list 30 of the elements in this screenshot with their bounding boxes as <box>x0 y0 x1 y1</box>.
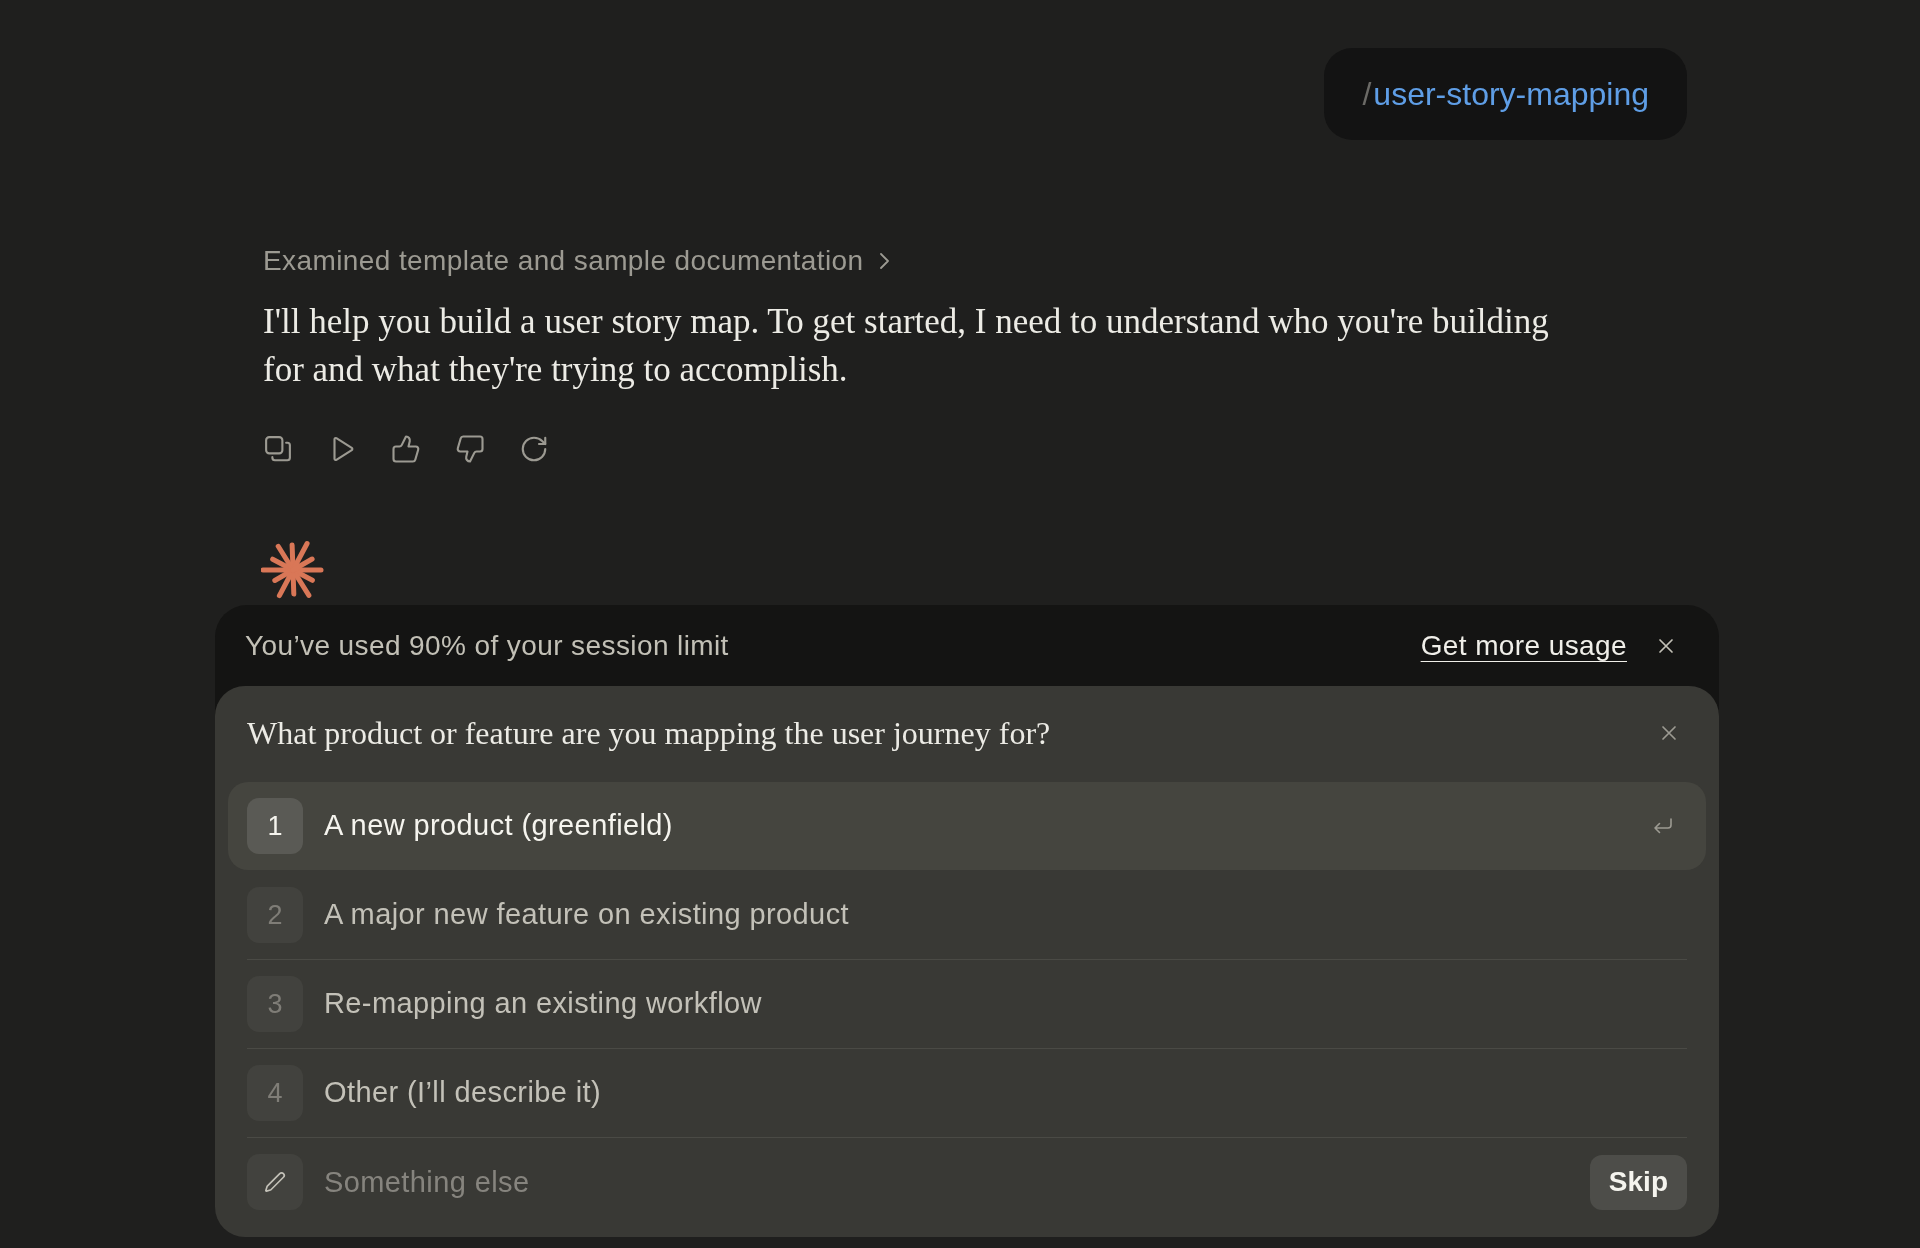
close-button[interactable] <box>1657 636 1675 655</box>
chevron-right-icon <box>879 251 892 271</box>
refresh-icon <box>519 434 549 464</box>
message-text: I'll help you build a user story map. To get started, I need to understand who you're building for and what they're trying to accomplish. <box>263 301 1550 391</box>
thumbs-down-icon <box>455 434 485 464</box>
thumbs-up-icon <box>391 434 421 464</box>
retry-button[interactable] <box>519 434 549 464</box>
close-icon <box>1660 724 1678 742</box>
pencil-icon <box>247 1154 303 1210</box>
usage-warning: You’ve used 90% of your session limit <box>245 628 729 663</box>
option-number: 4 <box>247 1065 303 1121</box>
option-item[interactable]: 4 Other (I’ll describe it) <box>228 1049 1706 1137</box>
close-icon <box>1657 636 1675 655</box>
command-chip: /user-story-mapping <box>1324 48 1687 140</box>
question-text: What product or feature are you mapping the user journey for? <box>247 714 1051 753</box>
thumbs-up-button[interactable] <box>391 434 421 464</box>
option-item[interactable]: 2 A major new feature on existing product <box>228 871 1706 959</box>
thinking-summary[interactable]: Examined template and sample documentation <box>263 244 892 278</box>
option-number: 3 <box>247 976 303 1032</box>
copy-button[interactable] <box>263 434 293 464</box>
close-button[interactable] <box>1660 724 1678 742</box>
answer-input[interactable]: Something else <box>324 1160 1569 1204</box>
get-more-usage-link[interactable]: Get more usage <box>1420 624 1627 667</box>
thumbs-down-button[interactable] <box>455 434 485 464</box>
option-item[interactable]: 1 A new product (greenfield) <box>228 782 1706 870</box>
skip-button[interactable]: Skip <box>1589 1154 1687 1210</box>
option-number: 2 <box>247 887 303 943</box>
option-item[interactable]: 3 Re-mapping an existing workflow <box>228 960 1706 1048</box>
copy-icon <box>263 434 293 464</box>
option-number: 1 <box>247 798 303 854</box>
